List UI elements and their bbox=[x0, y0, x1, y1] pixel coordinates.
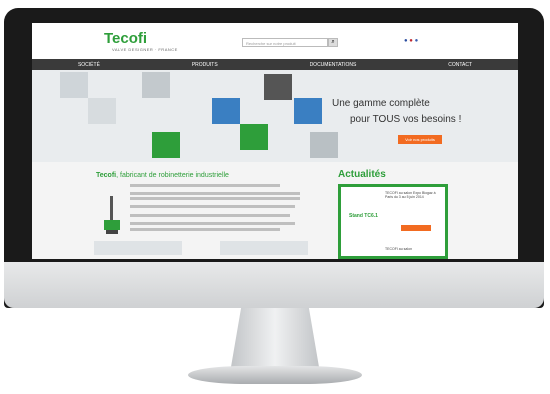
nav-item-contact[interactable]: CONTACT bbox=[448, 62, 472, 68]
site-tagline: VALVE DESIGNER · FRANCE bbox=[112, 47, 178, 52]
hero-tile bbox=[294, 98, 322, 124]
hero-tile bbox=[310, 132, 338, 158]
monitor-base bbox=[188, 366, 362, 384]
text-line bbox=[130, 192, 300, 195]
search-icon[interactable]: ⌕ bbox=[328, 38, 338, 47]
hero-headline-2: pour TOUS vos besoins ! bbox=[350, 114, 462, 125]
content-area: Tecofi, fabricant de robinetterie indust… bbox=[32, 162, 518, 259]
main-nav: SOCIÉTÉ PRODUITS DOCUMENTATIONS CONTACT bbox=[32, 59, 518, 70]
hero-tile bbox=[264, 74, 292, 100]
nav-item-produits[interactable]: PRODUITS bbox=[192, 62, 218, 68]
news-subitem: Stand TC6.1 bbox=[349, 213, 378, 219]
news-item[interactable]: TECOFI au salon bbox=[385, 247, 412, 251]
site-header: Tecofi VALVE DESIGNER · FRANCE Recherche… bbox=[32, 23, 518, 59]
news-title: Actualités bbox=[338, 169, 386, 180]
hero-tile bbox=[60, 72, 88, 98]
text-line bbox=[130, 214, 290, 217]
news-item[interactable]: TECOFI au salon Expo Biogaz à Paris du 3… bbox=[385, 191, 443, 199]
valve-image bbox=[104, 196, 120, 234]
search-input[interactable]: Recherche sur notre produit bbox=[242, 38, 328, 47]
language-flags[interactable]: ● ● ● bbox=[404, 38, 418, 44]
text-line bbox=[130, 228, 280, 231]
hero-tile bbox=[240, 124, 268, 150]
text-line bbox=[130, 197, 300, 200]
info-card[interactable] bbox=[220, 241, 308, 255]
nav-item-societe[interactable]: SOCIÉTÉ bbox=[78, 62, 100, 68]
info-card[interactable] bbox=[94, 241, 182, 255]
flag-ru-icon[interactable]: ● bbox=[415, 38, 419, 44]
hero-button[interactable]: Voir nos produits bbox=[398, 135, 442, 144]
hero-headline-1: Une gamme complète bbox=[332, 98, 430, 109]
news-panel: TECOFI au salon Expo Biogaz à Paris du 3… bbox=[338, 184, 448, 259]
news-button[interactable] bbox=[401, 225, 431, 231]
hero-tile bbox=[152, 132, 180, 158]
text-line bbox=[130, 184, 280, 187]
monitor-chin bbox=[4, 262, 544, 308]
hero-tile bbox=[142, 72, 170, 98]
text-line bbox=[130, 222, 295, 225]
website-screen: Tecofi VALVE DESIGNER · FRANCE Recherche… bbox=[32, 23, 518, 259]
site-logo[interactable]: Tecofi bbox=[104, 30, 147, 47]
flag-uk-icon[interactable]: ● bbox=[409, 38, 413, 44]
hero-banner: Une gamme complète pour TOUS vos besoins… bbox=[32, 70, 518, 162]
monitor-stand bbox=[230, 308, 320, 370]
nav-item-documentations[interactable]: DOCUMENTATIONS bbox=[310, 62, 357, 68]
text-line bbox=[130, 205, 295, 208]
intro-title: Tecofi, fabricant de robinetterie indust… bbox=[96, 172, 229, 179]
flag-fr-icon[interactable]: ● bbox=[404, 38, 408, 44]
hero-tile bbox=[88, 98, 116, 124]
hero-tile bbox=[212, 98, 240, 124]
